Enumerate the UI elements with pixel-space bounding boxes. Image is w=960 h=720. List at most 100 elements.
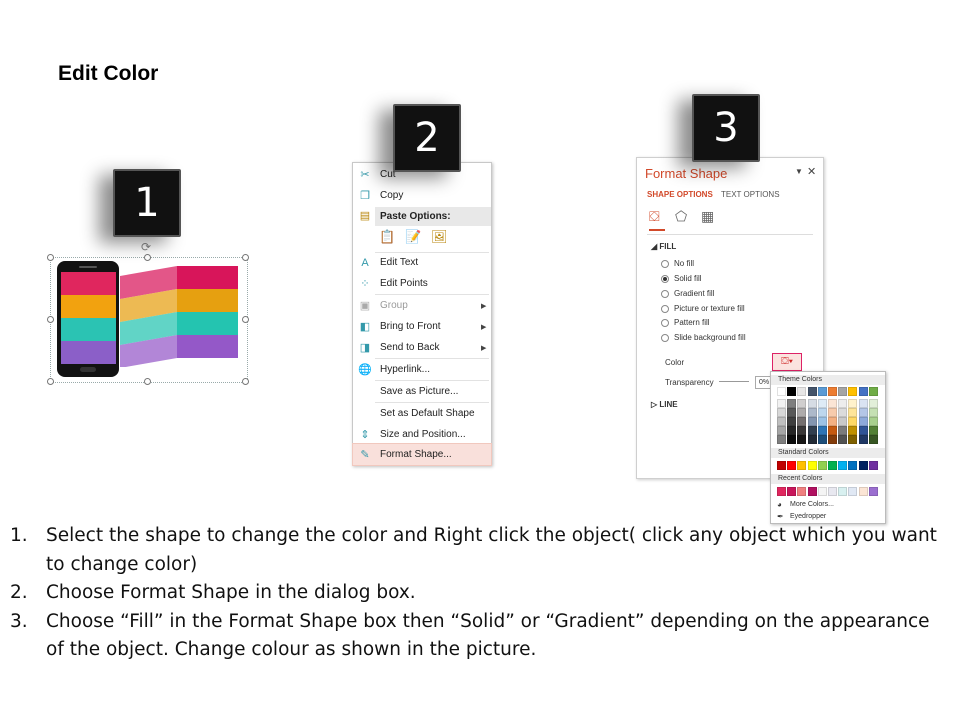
standard-color-swatch[interactable] xyxy=(797,461,807,470)
theme-shade-swatch[interactable] xyxy=(817,399,827,408)
theme-shade-swatch[interactable] xyxy=(828,417,837,426)
standard-color-swatch[interactable] xyxy=(787,461,797,470)
line-section-header[interactable]: ▷ LINE xyxy=(651,400,678,409)
menu-item-send-to-back[interactable]: ◨ Send to Back ▶ xyxy=(353,337,491,358)
menu-item-hyperlink[interactable]: 🌐 Hyperlink... xyxy=(353,359,491,380)
theme-shade-swatch[interactable] xyxy=(868,417,878,426)
menu-item-save-as-picture[interactable]: Save as Picture... xyxy=(353,381,491,402)
recent-color-swatch[interactable] xyxy=(828,487,837,496)
theme-shade-swatch[interactable] xyxy=(787,426,797,435)
recent-color-swatch[interactable] xyxy=(797,487,807,496)
theme-shade-swatch[interactable] xyxy=(868,426,878,435)
theme-color-swatch[interactable] xyxy=(777,387,786,396)
theme-shade-swatch[interactable] xyxy=(807,426,817,435)
fill-section-header[interactable]: ◢ FILL xyxy=(651,242,676,251)
menu-item-group[interactable]: ▣ Group ▶ xyxy=(353,295,491,316)
theme-shade-swatch[interactable] xyxy=(817,426,827,435)
theme-color-swatch[interactable] xyxy=(828,387,837,396)
theme-shade-swatch[interactable] xyxy=(838,426,848,435)
standard-color-swatch[interactable] xyxy=(807,461,817,470)
effects-pentagon-icon[interactable]: ⬠ xyxy=(675,208,687,225)
theme-color-swatch[interactable] xyxy=(807,387,817,396)
theme-shade-swatch[interactable] xyxy=(828,426,837,435)
rotate-handle-icon[interactable]: ⟳ xyxy=(141,240,151,254)
theme-shade-swatch[interactable] xyxy=(848,408,858,417)
theme-shade-swatch[interactable] xyxy=(838,435,848,444)
standard-color-swatch[interactable] xyxy=(838,461,848,470)
theme-shade-swatch[interactable] xyxy=(858,435,868,444)
standard-color-swatch[interactable] xyxy=(817,461,827,470)
tab-shape-options[interactable]: SHAPE OPTIONS xyxy=(647,190,713,199)
size-properties-icon[interactable]: ▦ xyxy=(701,208,714,225)
radio-solid-fill[interactable]: Solid fill xyxy=(661,274,702,283)
standard-color-swatch[interactable] xyxy=(777,461,786,470)
recent-color-swatch[interactable] xyxy=(838,487,848,496)
theme-shade-swatch[interactable] xyxy=(828,435,837,444)
recent-color-swatch[interactable] xyxy=(777,487,786,496)
menu-item-copy[interactable]: ❐ Copy xyxy=(353,185,491,206)
standard-color-swatch[interactable] xyxy=(848,461,858,470)
radio-picture-texture-fill[interactable]: Picture or texture fill xyxy=(661,304,745,313)
radio-slide-background-fill[interactable]: Slide background fill xyxy=(661,333,746,342)
paste-keep-formatting-icon[interactable]: 📋 xyxy=(379,229,395,247)
close-icon[interactable]: ✕ xyxy=(807,165,816,178)
menu-item-set-default-shape[interactable]: Set as Default Shape xyxy=(353,403,491,424)
recent-color-swatch[interactable] xyxy=(868,487,878,496)
theme-shade-swatch[interactable] xyxy=(787,435,797,444)
theme-color-swatch[interactable] xyxy=(817,387,827,396)
resize-handle[interactable] xyxy=(144,254,151,261)
recent-color-swatch[interactable] xyxy=(807,487,817,496)
recent-color-swatch[interactable] xyxy=(858,487,868,496)
standard-color-swatch[interactable] xyxy=(828,461,837,470)
radio-pattern-fill[interactable]: Pattern fill xyxy=(661,318,710,327)
theme-shade-swatch[interactable] xyxy=(787,408,797,417)
theme-shade-swatch[interactable] xyxy=(817,417,827,426)
pane-options-dropdown-icon[interactable]: ▼ xyxy=(795,167,803,176)
theme-shade-swatch[interactable] xyxy=(868,435,878,444)
resize-handle[interactable] xyxy=(144,378,151,385)
fill-line-icon[interactable]: ⛋ xyxy=(649,208,660,225)
theme-shade-swatch[interactable] xyxy=(858,408,868,417)
theme-shade-swatch[interactable] xyxy=(838,408,848,417)
resize-handle[interactable] xyxy=(47,378,54,385)
theme-shade-swatch[interactable] xyxy=(848,435,858,444)
menu-item-edit-points[interactable]: ⁘ Edit Points xyxy=(353,273,491,294)
theme-shade-swatch[interactable] xyxy=(817,408,827,417)
theme-color-swatch[interactable] xyxy=(797,387,807,396)
theme-shade-swatch[interactable] xyxy=(838,399,848,408)
paste-destination-theme-icon[interactable]: 📝 xyxy=(405,229,421,247)
theme-shade-swatch[interactable] xyxy=(807,408,817,417)
menu-item-size-and-position[interactable]: ⇕ Size and Position... xyxy=(353,424,491,445)
theme-shade-swatch[interactable] xyxy=(807,417,817,426)
theme-shade-swatch[interactable] xyxy=(828,399,837,408)
tab-text-options[interactable]: TEXT OPTIONS xyxy=(721,190,780,199)
menu-item-format-shape[interactable]: ✎ Format Shape... xyxy=(352,443,492,466)
theme-shade-swatch[interactable] xyxy=(787,399,797,408)
recent-color-swatch[interactable] xyxy=(817,487,827,496)
theme-shade-swatch[interactable] xyxy=(797,399,807,408)
fill-color-dropdown[interactable]: ⛋▾ xyxy=(772,353,802,371)
theme-color-swatch[interactable] xyxy=(838,387,848,396)
theme-shade-swatch[interactable] xyxy=(797,408,807,417)
ribbon-graphic[interactable] xyxy=(112,262,242,367)
theme-shade-swatch[interactable] xyxy=(858,426,868,435)
theme-shade-swatch[interactable] xyxy=(817,435,827,444)
theme-shade-swatch[interactable] xyxy=(828,408,837,417)
theme-color-swatch[interactable] xyxy=(858,387,868,396)
theme-color-swatch[interactable] xyxy=(787,387,797,396)
theme-shade-swatch[interactable] xyxy=(868,399,878,408)
theme-shade-swatch[interactable] xyxy=(777,435,786,444)
menu-item-edit-text[interactable]: A Edit Text xyxy=(353,252,491,273)
resize-handle[interactable] xyxy=(47,316,54,323)
recent-color-swatch[interactable] xyxy=(848,487,858,496)
theme-shade-swatch[interactable] xyxy=(868,408,878,417)
transparency-slider[interactable] xyxy=(719,381,749,382)
theme-shade-swatch[interactable] xyxy=(777,408,786,417)
theme-color-swatch[interactable] xyxy=(848,387,858,396)
theme-shade-swatch[interactable] xyxy=(797,417,807,426)
theme-shade-swatch[interactable] xyxy=(777,417,786,426)
paste-picture-icon[interactable]: 🖼 xyxy=(431,229,448,247)
resize-handle[interactable] xyxy=(242,316,249,323)
theme-shade-swatch[interactable] xyxy=(848,417,858,426)
recent-color-swatch[interactable] xyxy=(787,487,797,496)
